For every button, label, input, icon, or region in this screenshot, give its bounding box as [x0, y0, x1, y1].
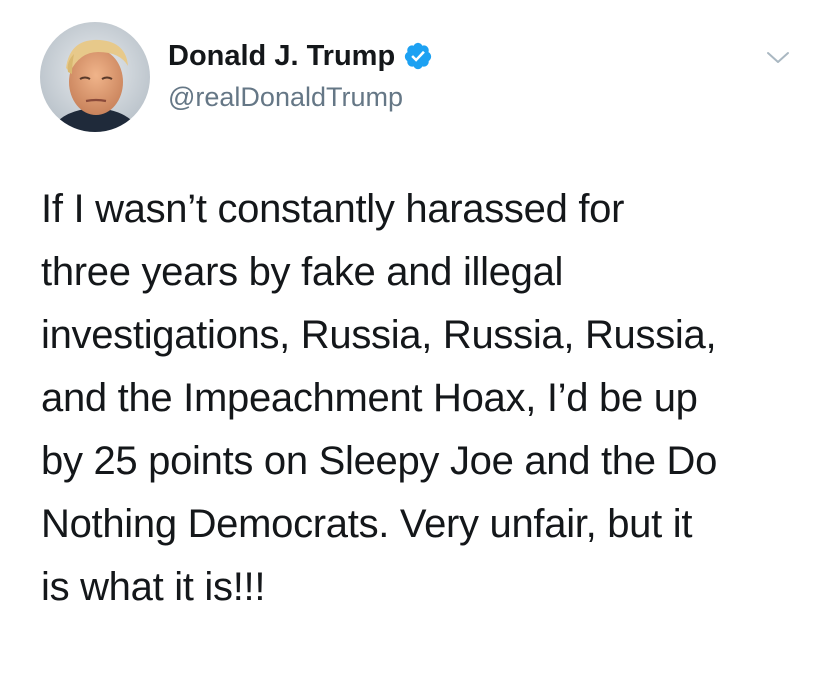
tweet-card: Donald J. Trump @realDonaldTrump If I wa…	[0, 0, 827, 677]
user-handle[interactable]: @realDonaldTrump	[168, 80, 403, 114]
verified-badge-icon	[403, 41, 433, 71]
avatar[interactable]	[40, 22, 150, 132]
display-name-text[interactable]: Donald J. Trump	[168, 38, 395, 74]
chevron-down-icon[interactable]	[763, 45, 793, 71]
tweet-text: If I wasn’t constantly harassed for thre…	[41, 187, 718, 609]
avatar-image	[40, 22, 150, 132]
display-name[interactable]: Donald J. Trump	[168, 38, 433, 74]
